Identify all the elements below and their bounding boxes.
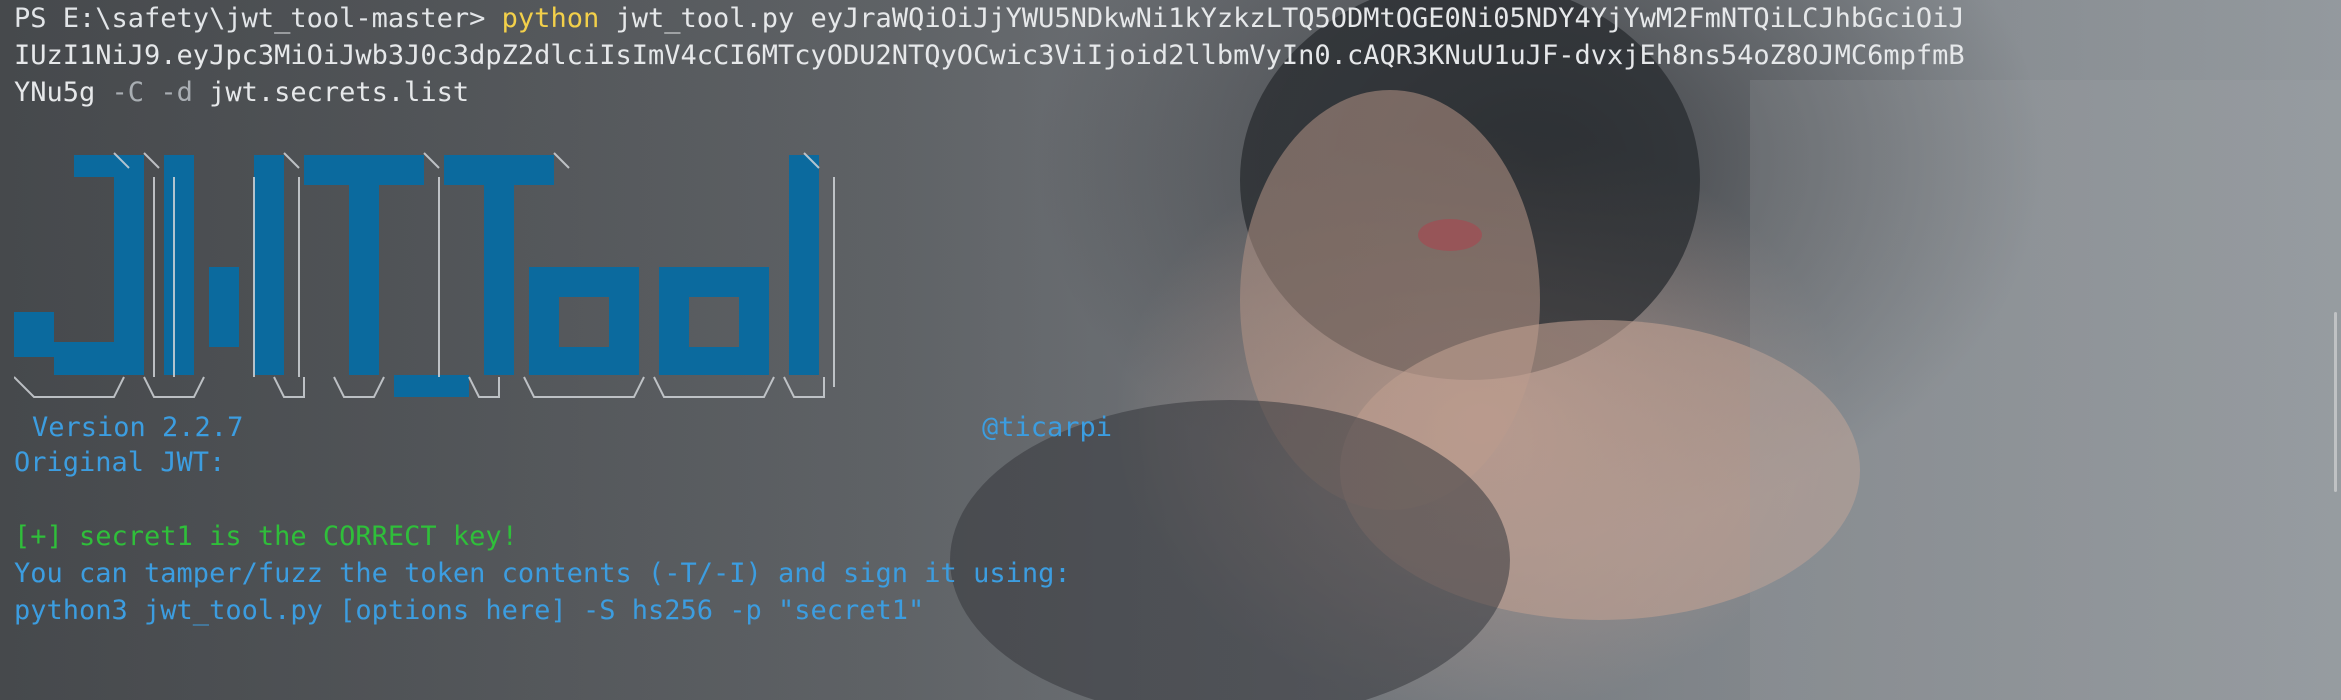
success-message: [+] secret1 is the CORRECT key! <box>14 521 518 552</box>
logo-letters <box>14 155 819 397</box>
flag-c: -C <box>111 77 145 108</box>
terminal-content: PS E:\safety\jwt_tool-master> python jwt… <box>13 0 2311 629</box>
hint-message: You can tamper/fuzz the token contents (… <box>14 558 1071 589</box>
terminal-scrollbar[interactable] <box>2334 312 2337 492</box>
command-line-1: PS E:\safety\jwt_tool-master> python jwt… <box>14 0 2311 37</box>
example-command: python3 jwt_tool.py [options here] -S hs… <box>14 595 925 626</box>
terminal-window[interactable]: PS E:\safety\jwt_tool-master> python jwt… <box>0 0 2341 700</box>
command-name: python <box>501 3 600 34</box>
command-args-3b: jwt.secrets.list <box>192 77 470 108</box>
command-args-3a: YNu5g <box>14 77 112 108</box>
shell-prompt: PS E:\safety\jwt_tool-master> <box>14 3 502 34</box>
author-label: @ticarpi <box>982 412 1113 443</box>
jwt-tool-banner: Version 2.2.7 @ticarpi <box>13 117 2311 443</box>
command-args-1: jwt_tool.py eyJraWQiOiJjYWU5NDkwNi1kYzkz… <box>599 3 1965 34</box>
jwt-tool-logo <box>13 152 835 398</box>
flag-d: -d <box>144 77 193 108</box>
version-label: Version 2.2.7 <box>32 412 244 443</box>
original-jwt-heading: Original JWT: <box>14 447 226 478</box>
command-line-2: IUzI1NiJ9.eyJpc3MiOiJwb3J0c3dpZ2dlciIsIm… <box>14 40 1965 71</box>
command-line-3: YNu5g -C -d jwt.secrets.list <box>14 74 2311 111</box>
